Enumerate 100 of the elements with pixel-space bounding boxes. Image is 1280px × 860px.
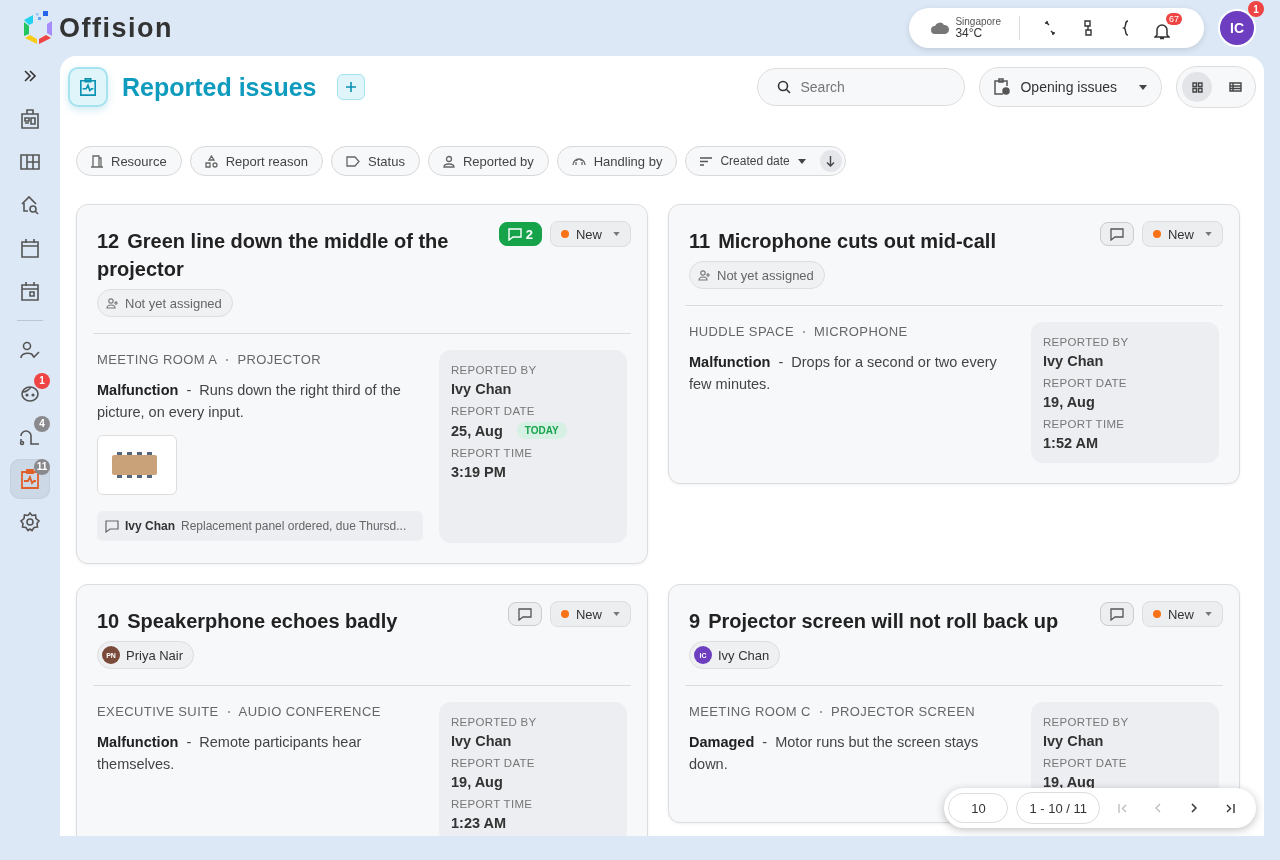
assign-button[interactable]: Not yet assigned: [689, 261, 825, 289]
resource-label: PROJECTOR SCREEN: [830, 704, 975, 719]
detail-label: REPORT DATE: [1043, 377, 1128, 389]
add-button[interactable]: [336, 74, 365, 100]
comment-icon: [518, 607, 532, 621]
caret-icon: [1205, 612, 1212, 616]
detail-label: REPORTED BY: [1043, 716, 1130, 728]
detail-value: 25, Aug: [451, 422, 503, 439]
grid-view-button[interactable]: [1182, 72, 1212, 102]
count-badge: 1: [34, 373, 50, 389]
detail-label: REPORTED BY: [1043, 336, 1130, 348]
issue-description: Malfunction - Runs down the right third of the picture, on every input.: [97, 381, 402, 422]
caret-icon: [1139, 84, 1147, 90]
location-label: EXECUTIVE SUITE: [97, 704, 219, 719]
issue-filter-dropdown[interactable]: Opening issues: [979, 67, 1162, 107]
status-dropdown[interactable]: New: [550, 601, 631, 627]
filter-chip[interactable]: Report reason: [189, 146, 324, 176]
comments-button[interactable]: [508, 602, 542, 626]
status-dropdown[interactable]: New: [1142, 601, 1223, 627]
house-search-icon: [20, 195, 40, 215]
detail-label: REPORT DATE: [1043, 757, 1128, 769]
detail-label: REPORTED BY: [451, 716, 538, 728]
sort-direction-button[interactable]: [819, 150, 842, 172]
issue-title: 9 Projector screen will not roll back up: [689, 609, 1059, 634]
person-add-icon: [698, 269, 711, 281]
expand-icon: [23, 70, 37, 82]
issue-title: 12 Green line down the middle of the projector: [97, 229, 450, 282]
detail-label: REPORT DATE: [451, 757, 536, 769]
caret-icon: [613, 612, 620, 616]
status-dropdown[interactable]: New: [550, 221, 631, 247]
detail-value: Ivy Chan: [1043, 353, 1104, 369]
tag-icon: [346, 155, 361, 167]
building-icon: [20, 108, 40, 130]
sort-label: Created date: [720, 154, 790, 168]
person-check-icon: [20, 341, 40, 359]
shapes-icon: [204, 154, 218, 168]
clipboard-pulse-icon: [21, 469, 39, 489]
user-badge: 1: [1248, 1, 1264, 17]
assign-button[interactable]: Not yet assigned: [97, 289, 233, 317]
location-label: MEETING ROOM C: [689, 704, 811, 719]
weather-city: Singapore: [955, 15, 1001, 27]
page-title: Reported issues: [122, 72, 317, 102]
detail-value: 19, Aug: [1043, 394, 1095, 410]
calendar-day-icon: [21, 281, 39, 301]
floor-plan-thumbnail[interactable]: [97, 435, 177, 495]
app-name: Offision: [59, 12, 173, 44]
last-page-icon: [1225, 803, 1235, 813]
person-icon: [442, 154, 455, 168]
detail-value: 1:52 AM: [1043, 435, 1099, 451]
filter-chip[interactable]: Handling by: [556, 146, 678, 176]
person-add-icon: [106, 297, 119, 309]
helmet-icon: [571, 155, 586, 167]
notifications-button[interactable]: 67: [1154, 13, 1184, 43]
plus-icon: [345, 82, 356, 92]
cloud-icon: [931, 22, 950, 34]
search-field[interactable]: Search: [757, 68, 966, 106]
comment-icon: [1110, 607, 1124, 621]
clipboard-clock-icon: [994, 78, 1011, 96]
chevron-left-icon: [1155, 803, 1161, 813]
detail-label: REPORTED BY: [451, 364, 538, 376]
detail-value: Ivy Chan: [451, 733, 512, 749]
comment-icon: [507, 227, 522, 241]
status-dropdown[interactable]: New: [1142, 221, 1223, 247]
filter-chip[interactable]: Reported by: [427, 146, 549, 176]
resource-label: AUDIO CONFERENCE: [238, 704, 381, 719]
detail-value: 19, Aug: [451, 774, 503, 790]
comments-button[interactable]: [1100, 602, 1134, 626]
clipboard-pulse-icon: [68, 67, 108, 107]
arrow-down-icon: [826, 155, 836, 167]
notification-count: 67: [1166, 13, 1182, 25]
issue-description: Damaged - Motor runs but the screen stays down.: [689, 733, 980, 774]
latest-comment[interactable]: Ivy Chan Replacement panel ordered, due Thursd...: [97, 511, 423, 541]
grid-icon: [1191, 81, 1203, 93]
comment-author: Ivy Chan: [125, 519, 175, 533]
comment-icon: [1110, 227, 1124, 241]
issue-title: 10 Speakerphone echoes badly: [97, 609, 398, 634]
sidebar-item[interactable]: 1: [10, 373, 50, 413]
face-icon: [20, 384, 40, 402]
location-label: MEETING ROOM A: [97, 352, 218, 367]
door-icon: [91, 154, 103, 168]
detail-label: REPORT TIME: [451, 447, 534, 459]
count-badge: 11: [34, 459, 50, 475]
comments-button[interactable]: [1100, 222, 1134, 246]
location-label: HUDDLE SPACE: [689, 324, 794, 339]
detail-label: REPORT DATE: [451, 405, 536, 417]
calendar-icon: [21, 238, 39, 258]
issue-card[interactable]: [76, 204, 648, 564]
sort-control[interactable]: Created date: [685, 146, 846, 176]
weather-temperature: 34°C: [955, 26, 983, 41]
issue-description: Malfunction - Drops for a second or two every few minutes.: [689, 353, 998, 394]
comment-icon: [105, 519, 119, 533]
settings-icon: [20, 512, 40, 532]
detail-value: Ivy Chan: [1043, 733, 1104, 749]
issue-card[interactable]: 11 Microphone cuts out mid-call Not yet assigned New HUDDLE SPACE MICROPHONE Malfunction - Drops for a second or two every few minutes. REPORTED BY Ivy Chan REPORT DATE 19, Aug REPORT TIME 1:52 AM: [668, 204, 1240, 484]
caret-icon: [613, 232, 620, 236]
detail-label: REPORT TIME: [451, 798, 534, 810]
detail-value: Ivy Chan: [451, 381, 512, 397]
filter-chip[interactable]: Status: [331, 146, 420, 176]
filter-chip[interactable]: Resource: [76, 146, 182, 176]
detail-label: REPORT TIME: [1043, 418, 1126, 430]
